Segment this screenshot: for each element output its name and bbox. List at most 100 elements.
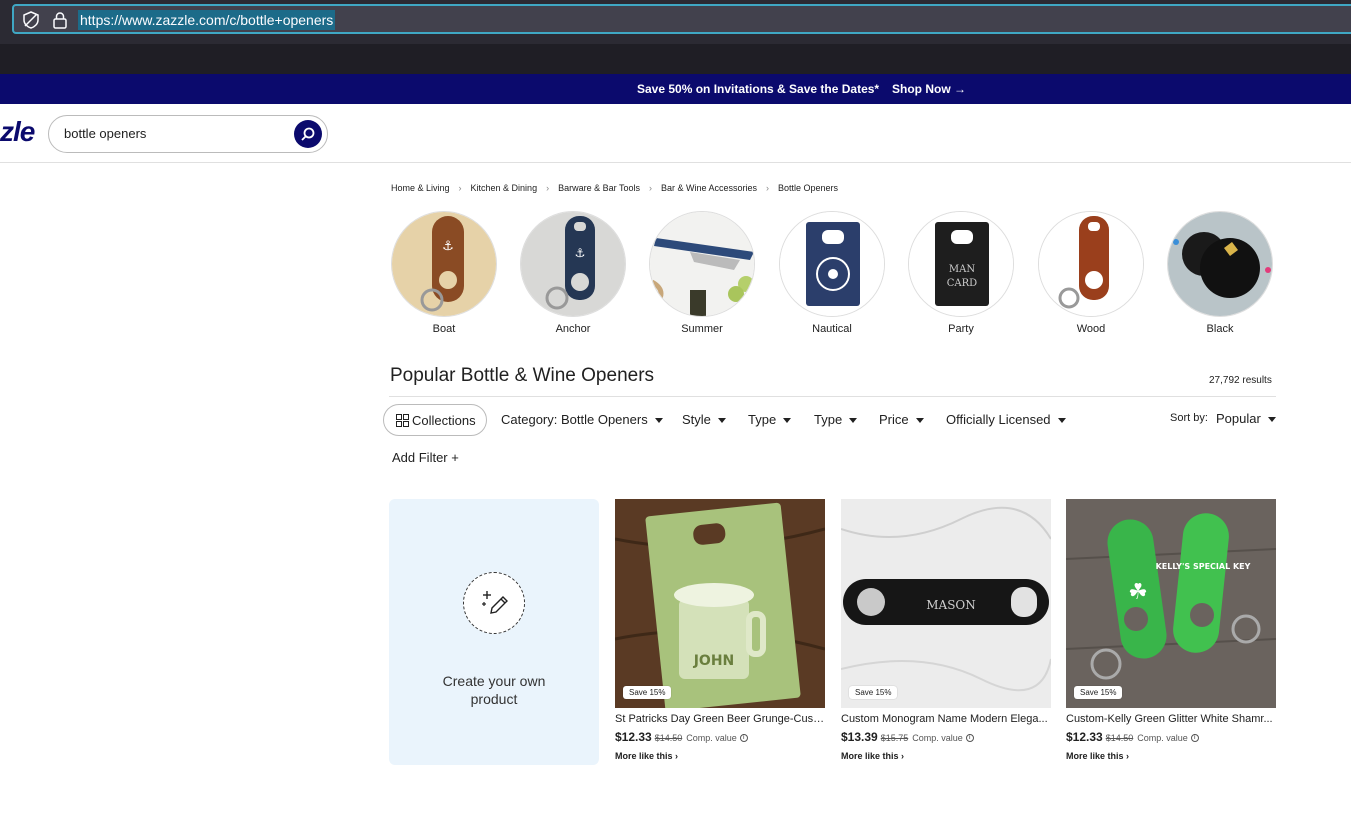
product-card[interactable]: ☘ KELLY'S SPECIAL KEY Save 15% Custom-Ke… — [1066, 499, 1276, 765]
comp-value-label: Comp. value — [686, 733, 737, 743]
category-label: Boat — [432, 323, 456, 335]
filter-type-2[interactable]: Type — [814, 412, 858, 427]
product-card[interactable]: MASON Save 15% Custom Monogram Name Mode… — [841, 499, 1051, 765]
caret-down-icon — [1057, 418, 1066, 424]
save-badge: Save 15% — [1074, 686, 1123, 699]
address-bar[interactable]: https://www.zazzle.com/c/bottle+openers — [12, 4, 1351, 34]
magic-pencil-icon — [482, 591, 508, 614]
more-like-this-link[interactable]: More like this › — [841, 751, 904, 761]
filter-label: Officially Licensed — [946, 412, 1051, 427]
product-card[interactable]: JOHN Save 15% St Patricks Day Green Beer… — [615, 499, 825, 765]
info-icon[interactable]: i — [965, 734, 974, 743]
party-card-line2: CARD — [947, 278, 977, 289]
search-button[interactable] — [294, 120, 322, 148]
category-nautical[interactable]: Nautical — [779, 211, 885, 335]
filter-officially-licensed[interactable]: Officially Licensed — [946, 412, 1066, 427]
chevron-right-icon: › — [766, 183, 769, 193]
category-wood[interactable]: Wood — [1038, 211, 1144, 335]
category-party[interactable]: MAN CARD Party — [908, 211, 1014, 335]
breadcrumb-home-living[interactable]: Home & Living — [391, 183, 450, 193]
info-icon[interactable]: i — [739, 734, 748, 743]
category-anchor[interactable]: ⚓ Anchor — [520, 211, 626, 335]
breadcrumb-bar-wine[interactable]: Bar & Wine Accessories — [661, 183, 757, 193]
comp-value-label: Comp. value — [1137, 733, 1188, 743]
more-like-this-link[interactable]: More like this › — [1066, 751, 1129, 761]
tracking-shield-icon[interactable] — [22, 11, 40, 29]
filter-category[interactable]: Category: Bottle Openers — [501, 412, 663, 427]
product-old-price: $14.50 — [654, 733, 683, 743]
caret-down-icon — [915, 418, 924, 424]
product-image[interactable]: ☘ KELLY'S SPECIAL KEY — [1066, 499, 1276, 708]
more-label: More like this — [615, 751, 673, 761]
create-line2: product — [470, 691, 518, 707]
breadcrumb-kitchen-dining[interactable]: Kitchen & Dining — [471, 183, 538, 193]
price-line: $12.33 $14.50 Comp. value i — [1066, 730, 1199, 744]
party-card-line1: MAN — [949, 264, 975, 275]
category-label: Anchor — [555, 323, 591, 335]
category-image — [1038, 211, 1144, 317]
category-image: MAN CARD — [908, 211, 1014, 317]
sort-value: Popular — [1216, 411, 1261, 426]
category-label: Party — [948, 323, 974, 335]
search-box[interactable]: bottle openers — [48, 115, 328, 153]
chevron-right-icon: › — [546, 183, 550, 193]
more-label: More like this — [1066, 751, 1124, 761]
product-price: $13.39 — [841, 730, 878, 744]
price-line: $13.39 $15.75 Comp. value i — [841, 730, 974, 744]
toolbar-strip — [0, 44, 1351, 74]
product-old-price: $14.50 — [1105, 733, 1134, 743]
category-image: ⚓ — [520, 211, 626, 317]
promo-shop-now-link[interactable]: Shop Now → — [892, 82, 966, 96]
save-badge: Save 15% — [623, 686, 672, 699]
product-price: $12.33 — [1066, 730, 1103, 744]
product-image[interactable]: JOHN — [615, 499, 825, 708]
search-input[interactable]: bottle openers — [64, 126, 146, 141]
product-old-price: $15.75 — [880, 733, 909, 743]
add-filter-button[interactable]: Add Filter + — [392, 450, 459, 465]
sort-label: Sort by: — [1170, 412, 1208, 424]
caret-down-icon — [849, 418, 858, 424]
site-header: zle bottle openers — [0, 104, 1351, 163]
breadcrumb-barware[interactable]: Barware & Bar Tools — [558, 183, 640, 193]
filter-type-1[interactable]: Type — [748, 412, 792, 427]
product-image[interactable]: MASON — [841, 499, 1051, 708]
collections-label: Collections — [412, 413, 476, 428]
category-label: Summer — [681, 323, 723, 335]
create-line1: Create your own — [442, 673, 546, 689]
category-image — [1167, 211, 1273, 317]
category-image — [779, 211, 885, 317]
more-like-this-link[interactable]: More like this › — [615, 751, 678, 761]
product-name[interactable]: St Patricks Day Green Beer Grunge-Cust..… — [615, 713, 825, 725]
product-price: $12.33 — [615, 730, 652, 744]
filter-style[interactable]: Style — [682, 412, 726, 427]
filter-label: Type — [814, 412, 843, 427]
category-image: ⚓ — [391, 211, 497, 317]
svg-text:⚓: ⚓ — [442, 239, 454, 254]
save-badge: Save 15% — [849, 686, 898, 699]
product-name[interactable]: Custom-Kelly Green Glitter White Shamr..… — [1066, 713, 1276, 725]
create-your-own-card[interactable]: Create your own product — [389, 499, 599, 765]
category-label: Black — [1206, 323, 1234, 335]
promo-banner: Save 50% on Invitations & Save the Dates… — [0, 74, 1351, 104]
filter-price[interactable]: Price — [879, 412, 924, 427]
product-art-text: MASON — [926, 598, 976, 612]
zazzle-logo[interactable]: zle — [0, 116, 35, 148]
lock-icon[interactable] — [52, 11, 68, 29]
grid-icon — [396, 414, 409, 427]
promo-message[interactable]: Save 50% on Invitations & Save the Dates… — [637, 82, 879, 96]
svg-text:⚓: ⚓ — [575, 246, 586, 260]
caret-down-icon — [783, 418, 792, 424]
caret-down-icon — [654, 418, 663, 424]
product-name[interactable]: Custom Monogram Name Modern Elega... — [841, 713, 1051, 725]
url-text[interactable]: https://www.zazzle.com/c/bottle+openers — [78, 10, 336, 30]
page-title: Popular Bottle & Wine Openers — [390, 365, 655, 386]
collections-button[interactable]: Collections — [383, 404, 487, 436]
category-black[interactable]: Black — [1167, 211, 1273, 335]
breadcrumb-bottle-openers[interactable]: Bottle Openers — [778, 183, 838, 193]
filter-label: Type — [748, 412, 777, 427]
info-icon[interactable]: i — [1190, 734, 1199, 743]
category-summer[interactable]: Summer — [649, 211, 755, 335]
filter-label: Category: Bottle Openers — [501, 412, 648, 427]
category-boat[interactable]: ⚓ Boat — [391, 211, 497, 335]
sort-dropdown[interactable]: Popular — [1216, 411, 1276, 426]
